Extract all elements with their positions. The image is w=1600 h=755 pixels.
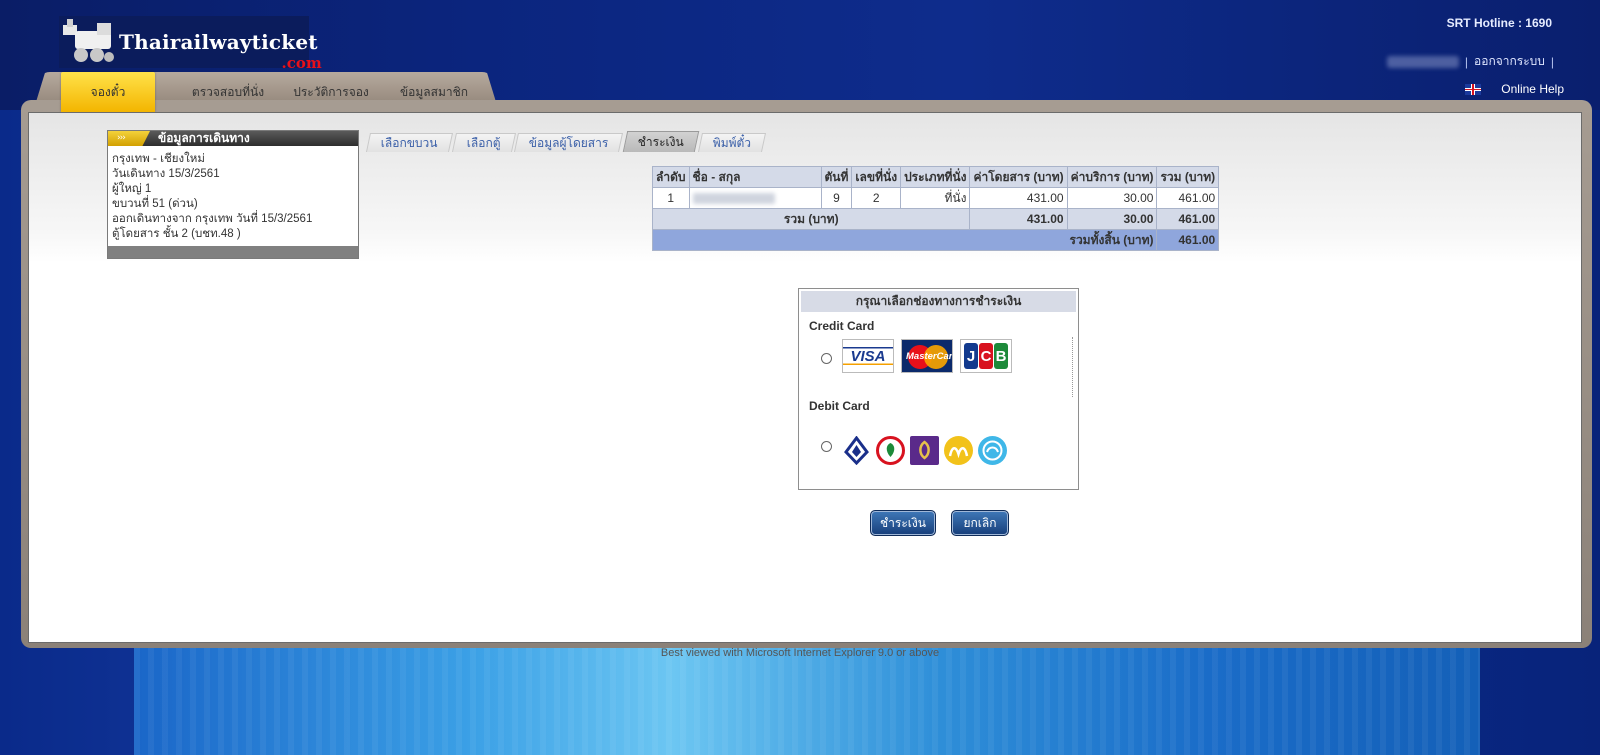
- col-header: เลขที่นั่ง: [851, 166, 902, 188]
- grand-total-label: รวมทั้งสิ้น (บาท): [651, 229, 1158, 251]
- col-header: รวม (บาท): [1156, 166, 1220, 188]
- debit-card-label: Debit Card: [809, 399, 870, 413]
- site-logo[interactable]: Thairailwayticket .com: [59, 16, 322, 72]
- bangkok-bank-logo-icon: [842, 435, 871, 466]
- seat-number: 2: [851, 187, 902, 209]
- kasikorn-bank-logo-icon: [876, 436, 905, 465]
- debit-bank-logos: [842, 435, 1007, 466]
- table-sum-row: รวม (บาท) 431.00 30.00 461.00: [651, 208, 1220, 230]
- online-help: Online Help: [1465, 82, 1564, 96]
- tab-book-ticket[interactable]: จองตั๋ว: [61, 72, 155, 112]
- col-header: ประเภทที่นั่ง: [900, 166, 971, 188]
- col-header: ลำดับ: [652, 166, 690, 188]
- cancel-button[interactable]: ยกเลิก: [951, 510, 1009, 536]
- tab-booking-history[interactable]: ประวัติการจอง: [276, 72, 386, 112]
- step-select-train[interactable]: เลือกขบวน: [365, 133, 453, 152]
- visa-logo-icon: VISA: [842, 339, 894, 373]
- credit-card-label: Credit Card: [809, 319, 875, 333]
- journey-passengers: ผู้ใหญ่ 1: [112, 183, 152, 195]
- sum-total: 461.00: [1156, 208, 1220, 230]
- pay-button[interactable]: ชำระเงิน: [870, 510, 936, 536]
- fare-amount: 431.00: [969, 187, 1068, 209]
- krungsri-bank-logo-icon: [944, 436, 973, 465]
- journey-info-box: ››› ข้อมูลการเดินทาง กรุงเทพ - เชียงใหม่…: [107, 130, 359, 259]
- passenger-name-redacted: [688, 187, 822, 209]
- step-print-ticket[interactable]: พิมพ์ตั๋ว: [697, 133, 767, 152]
- logout-link[interactable]: ออกจากระบบ: [1474, 52, 1545, 71]
- credit-card-radio[interactable]: [821, 353, 832, 364]
- row-number: 1: [652, 187, 690, 209]
- chevron-right-icon: ›››: [108, 131, 150, 146]
- separator: |: [1550, 54, 1554, 69]
- debit-card-radio[interactable]: [821, 441, 832, 452]
- journey-train: ขบวนที่ 51 (ด่วน): [112, 198, 198, 210]
- journey-date: วันเดินทาง 15/3/2561: [112, 168, 220, 180]
- booking-steps: เลือกขบวน เลือกตู้ ข้อมูลผู้โดยสาร ชำระเ…: [365, 130, 767, 152]
- grand-total: 461.00: [1156, 229, 1220, 251]
- footer-note: Best viewed with Microsoft Internet Expl…: [660, 647, 940, 659]
- sum-service: 30.00: [1066, 208, 1158, 230]
- scrollbar[interactable]: [1072, 337, 1074, 397]
- journey-info-header: ››› ข้อมูลการเดินทาง: [108, 131, 358, 146]
- tab-check-seats[interactable]: ตรวจสอบที่นั่ง: [170, 72, 286, 112]
- payment-method-title: กรุณาเลือกช่องทางการชำระเงิน: [801, 291, 1076, 312]
- journey-departure: ออกเดินทางจาก กรุงเทพ วันที่ 15/3/2561: [112, 213, 313, 225]
- logo-domain: .com: [281, 54, 322, 72]
- step-passenger-info[interactable]: ข้อมูลผู้โดยสาร: [514, 133, 624, 152]
- uk-flag-icon[interactable]: [1465, 83, 1482, 95]
- col-header: ชื่อ - สกุล: [688, 166, 822, 188]
- table-grand-total-row: รวมทั้งสิ้น (บาท) 461.00: [651, 229, 1220, 251]
- srt-hotline: SRT Hotline : 1690: [1446, 16, 1552, 30]
- mastercard-logo-icon: MasterCard: [901, 339, 953, 373]
- passenger-table: ลำดับ ชื่อ - สกุล ตันที่ เลขที่นั่ง ประเ…: [651, 166, 1220, 251]
- separator: |: [1464, 54, 1469, 69]
- journey-coach: ตู้โดยสาร ชั้น 2 (บชท.48 ): [112, 228, 241, 240]
- online-help-link[interactable]: Online Help: [1501, 82, 1564, 96]
- row-total: 461.00: [1156, 187, 1220, 209]
- table-row: 1 9 2 ที่นั่ง 431.00 30.00 461.00: [652, 187, 1220, 209]
- payment-method-box: กรุณาเลือกช่องทางการชำระเงิน Credit Card…: [798, 288, 1079, 490]
- scb-bank-logo-icon: [910, 436, 939, 465]
- col-header: ค่าโดยสาร (บาท): [969, 166, 1068, 188]
- col-header: ค่าบริการ (บาท): [1066, 166, 1158, 188]
- credit-card-logos: VISA MasterCard JCB: [842, 339, 1012, 373]
- col-header: ตันที่: [820, 166, 853, 188]
- sum-fare: 431.00: [969, 208, 1068, 230]
- journey-route: กรุงเทพ - เชียงใหม่: [112, 153, 205, 165]
- step-payment[interactable]: ชำระเงิน: [622, 131, 700, 152]
- user-links: | ออกจากระบบ |: [1386, 52, 1554, 71]
- user-name-redacted: [1386, 55, 1459, 68]
- tab-member-info[interactable]: ข้อมูลสมาชิก: [384, 72, 484, 112]
- car-number: 9: [820, 187, 853, 209]
- logo-title: Thairailwayticket: [119, 30, 318, 54]
- step-select-coach[interactable]: เลือกตู้: [451, 133, 516, 152]
- journey-info-title: ข้อมูลการเดินทาง: [158, 131, 250, 145]
- service-fee: 30.00: [1066, 187, 1158, 209]
- journey-info-footer: [108, 246, 358, 258]
- jcb-logo-icon: JCB: [960, 339, 1012, 373]
- sum-label: รวม (บาท): [651, 208, 971, 230]
- train-logo-icon: [61, 17, 115, 67]
- table-header-row: ลำดับ ชื่อ - สกุล ตันที่ เลขที่นั่ง ประเ…: [652, 166, 1220, 188]
- seat-type: ที่นั่ง: [900, 187, 971, 209]
- krungthai-bank-logo-icon: [978, 436, 1007, 465]
